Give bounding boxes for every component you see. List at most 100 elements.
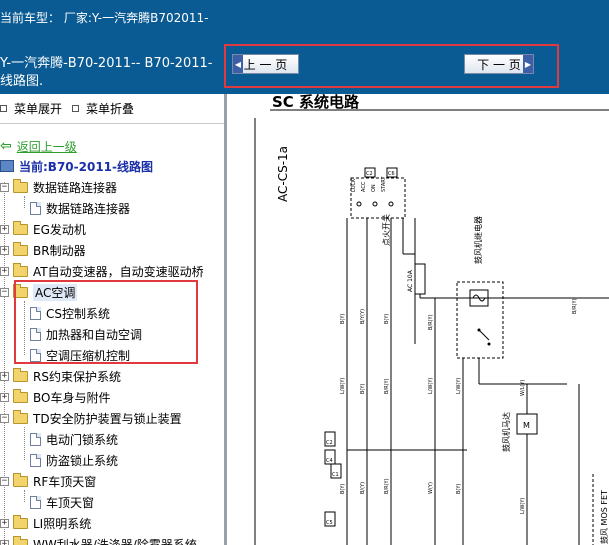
ignition-switch-label: 点火开关: [381, 214, 391, 246]
folder-open-icon: [13, 472, 28, 487]
document-icon: [30, 327, 41, 341]
fuse-label: AC 10A: [407, 269, 414, 292]
tree-folder-label: RS约束保护系统: [33, 369, 121, 384]
wire-label: B(Y): [384, 314, 390, 324]
tree-doc-label: 电动门锁系统: [46, 432, 119, 447]
wire-label: B/R(Y): [428, 314, 434, 330]
mosfet: 鼓风 MOS FET: [592, 474, 609, 545]
tree-doc-label: 数据链路连接器: [46, 201, 131, 216]
tree-doc[interactable]: 空调压缩机控制: [30, 345, 130, 365]
expand-toggle-icon[interactable]: +: [0, 245, 9, 255]
tree-folder-label: BO车身与附件: [33, 390, 111, 405]
fuse: AC 10A: [407, 263, 426, 295]
tree-folder[interactable]: + EG发动机: [0, 219, 86, 239]
left-arrow-icon: ◀: [233, 55, 243, 73]
ignition-switch: C2 C6 LOCK ACC ON START 点火开关: [350, 167, 406, 246]
tree-doc-label: 空调压缩机控制: [46, 348, 131, 363]
top-header-bar: 当前车型： 厂家:Y-一汽奔腾B702011-: [0, 0, 609, 44]
folder-icon: [13, 535, 28, 545]
collapse-toggle-icon[interactable]: −: [0, 413, 9, 423]
tree-doc-label: 防盗锁止系统: [46, 453, 119, 468]
tree-folder[interactable]: + LI照明系统: [0, 513, 91, 533]
blower-motor: M 鼓风机马达: [501, 412, 538, 452]
folder-icon: [13, 220, 28, 235]
connector-label: C2: [326, 440, 333, 446]
switch-terminal-label: LOCK: [351, 178, 357, 192]
tree-folder[interactable]: + RS约束保护系统: [0, 366, 121, 386]
expand-toggle-icon[interactable]: +: [0, 539, 9, 545]
expand-toggle-icon[interactable]: +: [0, 224, 9, 234]
connector-label: C6: [388, 171, 395, 177]
folder-icon: [13, 388, 28, 403]
folder-icon: [13, 241, 28, 256]
switch-terminal-label: ACC: [361, 181, 367, 192]
expand-toggle-icon[interactable]: +: [0, 371, 9, 381]
expand-menu-label: 菜单展开: [14, 102, 63, 116]
prev-page-label: 上 一 页: [243, 57, 288, 72]
next-page-button[interactable]: 下 一 页 ▶: [464, 54, 534, 74]
page-nav-bar: ◀ 上 一 页 下 一 页 ▶: [224, 44, 609, 94]
wire-label: B(Y): [456, 484, 462, 494]
tree-folder-label: AT自动变速器，自动变速驱动桥: [33, 264, 204, 279]
tree-doc[interactable]: CS控制系统: [30, 303, 110, 323]
tree-doc[interactable]: 电动门锁系统: [30, 429, 118, 449]
wire-label: B(Y): [360, 384, 366, 394]
collapse-toggle-icon[interactable]: −: [0, 476, 9, 486]
tree-doc-label: 加热器和自动空调: [46, 327, 143, 342]
tree-folder[interactable]: + BO车身与附件: [0, 387, 110, 407]
wire-label: B/R(Y): [384, 378, 390, 394]
tree-folder-label: AC空调: [33, 283, 78, 301]
prev-page-button[interactable]: ◀ 上 一 页: [232, 54, 299, 74]
tree-folder-selected[interactable]: − AC空调: [0, 282, 78, 302]
wire-label: B/R(Y): [572, 298, 578, 314]
collapse-toggle-icon[interactable]: −: [0, 182, 9, 192]
tree-folder-label: 数据链路连接器: [33, 180, 118, 195]
folder-icon: [13, 514, 28, 529]
current-node-label: 当前:B70-2011-线路图: [19, 159, 154, 174]
connector-label: C1: [332, 472, 339, 478]
connector-label: C2: [366, 171, 373, 177]
tree-folder[interactable]: + AT自动变速器，自动变速驱动桥: [0, 261, 204, 281]
wire-label: B/R(Y): [384, 478, 390, 494]
tree-folder[interactable]: + BR制动器: [0, 240, 86, 260]
tree-connector: [24, 427, 25, 460]
blower-relay: 鼓风机继电器: [456, 216, 504, 359]
tree-folder[interactable]: − RF车顶天窗: [0, 471, 96, 491]
wire-label: B/Y(Y): [360, 309, 366, 324]
document-icon: [30, 201, 41, 215]
tree-folder[interactable]: + WW刮水器/洗涤器/除雾器系统: [0, 534, 197, 545]
tree-doc[interactable]: 加热器和自动空调: [30, 324, 142, 344]
wire-label: B(Y): [340, 314, 346, 324]
tree-doc[interactable]: 数据链路连接器: [30, 198, 130, 218]
folder-icon: [13, 262, 28, 277]
tree-folder-label: LI照明系统: [33, 516, 92, 531]
tree-doc-label: CS控制系统: [46, 306, 110, 321]
tree-folder[interactable]: − 数据链路连接器: [0, 177, 117, 197]
connector-label: C5: [326, 520, 333, 526]
tree-folder[interactable]: − TD安全防护装置与锁止装置: [0, 408, 182, 428]
tree-connector: [24, 490, 25, 502]
folder-icon: [13, 367, 28, 382]
expand-toggle-icon[interactable]: +: [0, 266, 9, 276]
tree-doc[interactable]: 车顶天窗: [30, 492, 94, 512]
expand-menu-button[interactable]: 菜单展开: [0, 100, 62, 117]
manual-title: Y-一汽奔腾-B70-2011-- B70-2011- 线路图.: [0, 44, 224, 94]
page-code: AC-CS-1a: [276, 146, 290, 202]
document-icon: [30, 495, 41, 509]
back-link[interactable]: ⇦ 返回上一级: [0, 136, 77, 156]
wire-label: L/W(Y): [340, 378, 346, 394]
menu-divider: [0, 123, 224, 124]
relay-label: 鼓风机继电器: [473, 216, 483, 264]
tree-folder-label: EG发动机: [33, 222, 86, 237]
expand-toggle-icon[interactable]: +: [0, 518, 9, 528]
wire-label: L/W(Y): [456, 378, 462, 394]
tree-doc[interactable]: 防盗锁止系统: [30, 450, 118, 470]
folder-open-icon: [13, 283, 28, 298]
motor-label: 鼓风机马达: [501, 412, 511, 452]
connector-label: C4: [326, 458, 333, 464]
manual-title-line1: Y-一汽奔腾-B70-2011-- B70-2011-: [0, 56, 213, 71]
collapse-menu-label: 菜单折叠: [86, 102, 135, 116]
collapse-menu-button[interactable]: 菜单折叠: [72, 100, 134, 117]
expand-toggle-icon[interactable]: +: [0, 392, 9, 402]
collapse-toggle-icon[interactable]: −: [0, 287, 9, 297]
